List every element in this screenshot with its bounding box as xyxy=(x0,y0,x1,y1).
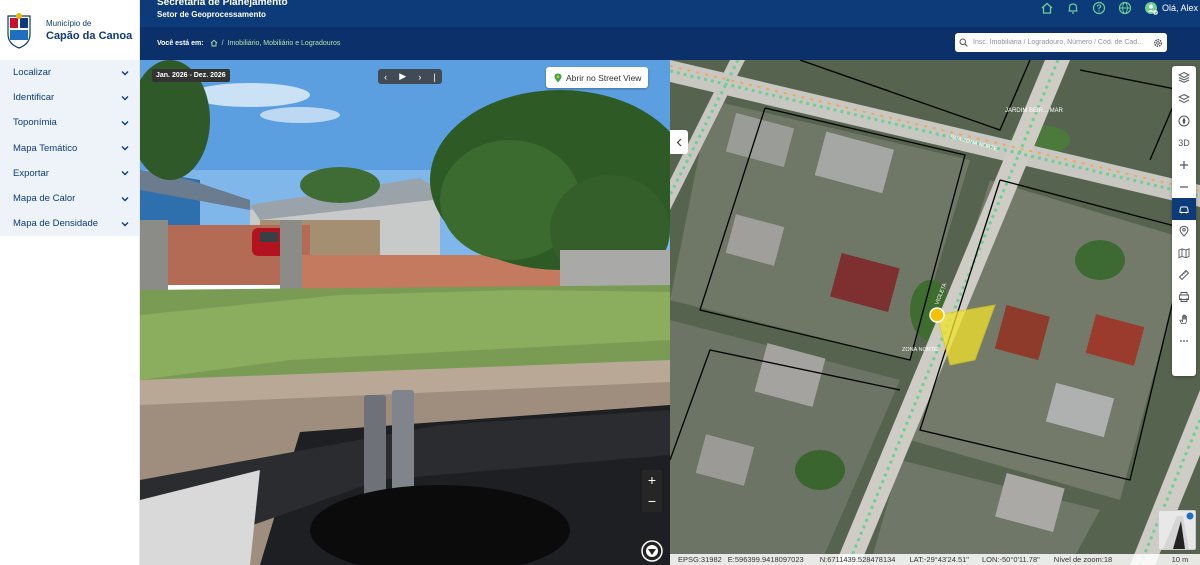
breadcrumb: Você está em: / Imobiliário, Mobiliário … xyxy=(157,39,340,47)
next-arrow-icon[interactable]: › xyxy=(418,72,421,82)
header-titles: Secretaria de Planejamento Setor de Geop… xyxy=(157,0,288,19)
status-zoom-level: Nível de zoom:18 xyxy=(1053,555,1113,564)
chevron-left-icon xyxy=(676,138,682,146)
chevron-down-icon xyxy=(121,171,129,176)
search-box[interactable] xyxy=(955,33,1167,52)
compass-icon[interactable] xyxy=(641,540,663,562)
zoom-in-icon[interactable] xyxy=(1172,154,1196,176)
car-icon[interactable] xyxy=(1172,198,1196,220)
satellite-map[interactable]: JARDIM BEIR... MAR RUA ZONA NORTE ZONA N… xyxy=(670,60,1200,565)
previous-arrow-icon[interactable]: ‹ xyxy=(384,72,387,82)
sidebar: Município de Capão da Canoa Localizar Id… xyxy=(0,0,140,565)
open-street-view-label: Abrir no Street View xyxy=(566,72,642,83)
print-icon[interactable] xyxy=(1172,286,1196,308)
location-icon[interactable] xyxy=(1172,220,1196,242)
street-label-jardim: JARDIM BEIR... MAR xyxy=(1005,108,1064,114)
sidebar-item-label: Localizar xyxy=(13,67,52,79)
globe-icon[interactable] xyxy=(1118,1,1132,15)
street-label-zona-norte: ZONA NORTE xyxy=(902,347,938,353)
sidebar-item-mapa-de-calor[interactable]: Mapa de Calor xyxy=(0,186,139,211)
overview-minimap[interactable] xyxy=(1158,510,1196,550)
sidebar-item-toponimia[interactable]: Toponímia xyxy=(0,110,139,135)
map-toolbar: 3D xyxy=(1172,66,1196,376)
sidebar-item-localizar[interactable]: Localizar xyxy=(0,60,139,85)
chevron-down-icon xyxy=(121,95,129,101)
home-icon[interactable] xyxy=(1040,1,1054,15)
search-input[interactable] xyxy=(973,39,1153,46)
layers-icon[interactable] xyxy=(1172,66,1196,88)
header-title: Secretaria de Planejamento xyxy=(157,0,288,8)
3d-toggle-button[interactable]: 3D xyxy=(1172,132,1196,154)
chevron-down-icon xyxy=(121,196,129,202)
search-icon xyxy=(959,38,968,47)
breadcrumb-separator: / xyxy=(221,39,224,47)
more-icon[interactable] xyxy=(1172,330,1196,352)
compass-icon[interactable] xyxy=(1172,110,1196,132)
municipality-label: Município de xyxy=(46,18,92,28)
help-icon[interactable] xyxy=(1092,1,1106,15)
map-status-bar: EPSG:31982 E:596399.9418097023 N:6711439… xyxy=(670,554,1160,565)
sidebar-item-mapa-de-densidade[interactable]: Mapa de Densidade xyxy=(0,211,139,236)
sidebar-item-mapa-tematico[interactable]: Mapa Temático xyxy=(0,136,139,161)
home-icon[interactable] xyxy=(210,39,218,47)
breadcrumb-page[interactable]: Imobiliário, Mobiliário e Logradouros xyxy=(228,40,341,47)
user-icon[interactable] xyxy=(1144,1,1158,15)
street-view-zoom-in-button[interactable]: + xyxy=(642,470,662,491)
map-scale-bar: 10 m xyxy=(1160,554,1200,565)
street-view-zoom-out-button[interactable]: − xyxy=(642,491,662,512)
municipal-seal-logo xyxy=(7,13,31,49)
sidebar-menu: Localizar Identificar Toponímia Mapa Tem… xyxy=(0,60,139,237)
user-greeting[interactable]: Olá, Alex xyxy=(1162,3,1198,13)
divider-icon: | xyxy=(433,71,436,82)
map-panel[interactable]: JARDIM BEIR... MAR RUA ZONA NORTE ZONA N… xyxy=(670,60,1200,565)
open-street-view-button[interactable]: Abrir no Street View xyxy=(546,67,649,88)
status-longitude: LON:-50°0'11.78" xyxy=(981,555,1040,564)
zoom-out-icon[interactable] xyxy=(1172,176,1196,198)
sidebar-item-identificar[interactable]: Identificar xyxy=(0,85,139,110)
municipality-name: Capão da Canoa xyxy=(46,29,133,42)
breadcrumb-prefix: Você está em: xyxy=(157,39,204,47)
sidebar-item-label: Mapa de Densidade xyxy=(13,218,99,230)
street-view-zoom: + − xyxy=(642,470,662,512)
app-root: Município de Capão da Canoa Localizar Id… xyxy=(0,0,1200,565)
street-view-navigation: ‹ ▶ › | xyxy=(378,69,442,84)
chevron-down-icon xyxy=(121,120,129,126)
sidebar-item-label: Identificar xyxy=(13,92,55,104)
chevron-down-icon xyxy=(121,221,129,227)
map-icon[interactable] xyxy=(1172,242,1196,264)
chevron-down-icon xyxy=(121,146,129,151)
map-pin-icon xyxy=(554,73,562,82)
header-actions: Olá, Alex xyxy=(1028,0,1200,16)
sidebar-item-label: Mapa de Calor xyxy=(13,193,76,205)
status-epsg: EPSG:31982 xyxy=(678,555,722,564)
street-view-date-range: Jan. 2026 - Dez. 2026 xyxy=(152,69,230,82)
header-subtitle: Setor de Geoprocessamento xyxy=(157,10,266,19)
street-view-image[interactable] xyxy=(140,60,670,565)
sidebar-item-label: Mapa Temático xyxy=(13,142,78,154)
header: Secretaria de Planejamento Setor de Geop… xyxy=(140,0,1200,60)
play-icon[interactable]: ▶ xyxy=(399,71,406,82)
status-northing: N:6711439.528478134 xyxy=(819,555,896,564)
breadcrumb-bar: Você está em: / Imobiliário, Mobiliário … xyxy=(140,27,1200,60)
ruler-icon[interactable] xyxy=(1172,264,1196,286)
sidebar-item-label: Toponímia xyxy=(13,117,57,129)
street-view-panel[interactable]: Jan. 2026 - Dez. 2026 ‹ ▶ › | Abrir no S… xyxy=(140,60,670,565)
status-latitude: LAT:-29°43'24.51" xyxy=(909,555,969,564)
logo-area[interactable]: Município de Capão da Canoa xyxy=(0,0,139,60)
breadcrumb-trail: / Imobiliário, Mobiliário e Logradouros xyxy=(210,39,341,47)
logo-text: Município de Capão da Canoa xyxy=(46,19,132,42)
settings-gear-icon[interactable] xyxy=(1153,38,1163,48)
minimap-thumbnail xyxy=(1163,512,1194,549)
sidebar-item-label: Exportar xyxy=(13,167,49,179)
bell-icon[interactable] xyxy=(1066,1,1080,15)
collapse-panel-button[interactable] xyxy=(670,130,688,154)
hand-icon[interactable] xyxy=(1172,308,1196,330)
chevron-down-icon xyxy=(121,70,129,76)
sidebar-item-exportar[interactable]: Exportar xyxy=(0,161,139,186)
layers-alt-icon[interactable] xyxy=(1172,88,1196,110)
status-easting: E:596399.9418097023 xyxy=(727,555,804,564)
